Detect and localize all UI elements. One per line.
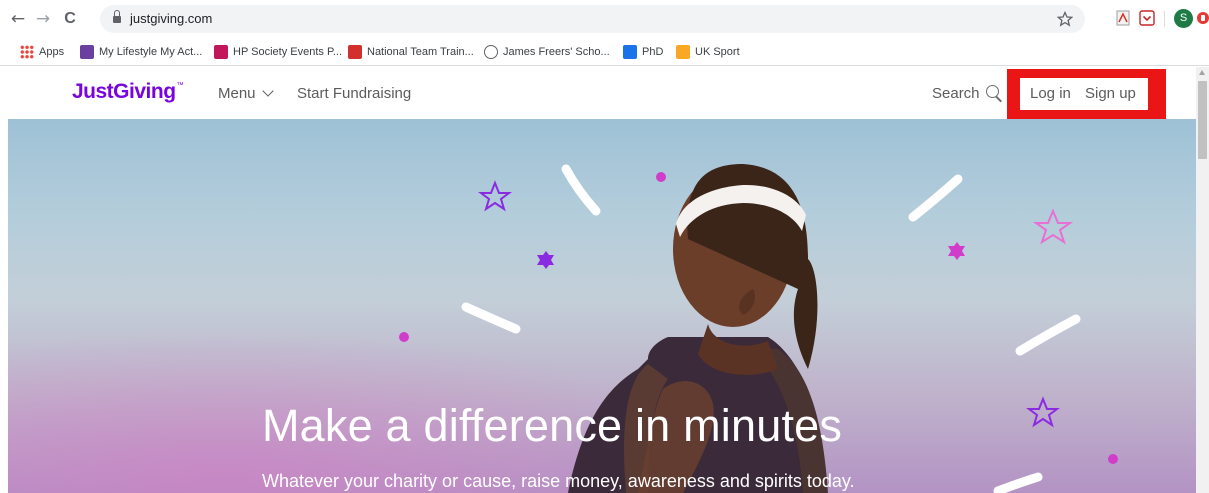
bookmark-label: National Team Train... [367, 46, 474, 58]
star-bookmark-icon[interactable] [1057, 11, 1073, 27]
login-link[interactable]: Log in [1030, 85, 1071, 102]
logo-text: JustGiving [72, 80, 176, 103]
confetti-stroke [561, 164, 601, 216]
reload-icon[interactable]: C [60, 9, 80, 29]
bookmark-item[interactable]: HP Society Events P... [214, 44, 342, 60]
bookmark-item[interactable]: James Freers' Scho... [484, 44, 610, 60]
confetti-stroke [908, 174, 963, 222]
bookmark-favicon [214, 45, 228, 59]
bookmark-label: Apps [39, 46, 65, 58]
bookmark-favicon [348, 45, 362, 59]
web-page: JustGiving™ Menu Start Fundraising Searc… [0, 67, 1196, 493]
bookmark-item[interactable]: Apps [20, 44, 64, 60]
bookmark-label: UK Sport [695, 46, 740, 58]
scroll-up-arrow-icon[interactable] [1199, 70, 1205, 75]
hero-banner: Make a difference in minutes Whatever yo… [8, 119, 1196, 493]
lock-icon [113, 10, 121, 24]
chevron-down-icon [261, 85, 274, 97]
bookmark-label: My Lifestyle My Act... [99, 46, 203, 58]
url-text: justgiving.com [130, 11, 213, 26]
bookmark-item[interactable]: UK Sport [676, 44, 740, 60]
adblock-extension-icon[interactable] [1196, 10, 1209, 26]
bookmark-item[interactable]: My Lifestyle My Act... [80, 44, 202, 60]
search-link[interactable]: Search [932, 85, 980, 102]
confetti-stroke [461, 302, 521, 334]
confetti-stroke [1015, 314, 1081, 356]
start-fundraising-link[interactable]: Start Fundraising [297, 85, 411, 102]
confetti-blob [537, 251, 554, 269]
bookmark-favicon [623, 45, 637, 59]
justgiving-logo[interactable]: JustGiving™ [72, 80, 183, 104]
star-icon [1032, 208, 1074, 245]
bookmarks-bar: Apps My Lifestyle My Act... HP Society Eve… [0, 38, 1209, 66]
address-bar[interactable]: justgiving.com [100, 5, 1085, 33]
hero-subheadline: Whatever your charity or cause, raise mo… [262, 471, 855, 491]
star-icon [478, 180, 512, 212]
pdf-extension-icon[interactable] [1116, 10, 1130, 26]
profile-avatar[interactable]: S [1174, 9, 1193, 28]
confetti-dot [656, 172, 666, 182]
signup-link[interactable]: Sign up [1085, 85, 1136, 102]
hero-headline: Make a difference in minutes [262, 400, 843, 451]
site-header: JustGiving™ Menu Start Fundraising Searc… [0, 67, 1196, 125]
globe-icon [484, 45, 498, 59]
page-scrollbar[interactable] [1196, 67, 1209, 493]
bookmark-favicon [80, 45, 94, 59]
confetti-dot [399, 332, 409, 342]
bookmark-item[interactable]: PhD [623, 44, 663, 60]
bookmark-favicon [676, 45, 690, 59]
menu-label: Menu [218, 85, 256, 102]
menu-button[interactable]: Menu [218, 85, 274, 102]
browser-toolbar: ← → C justgiving.com S [0, 0, 1209, 38]
bookmark-item[interactable]: National Team Train... [348, 44, 474, 60]
confetti-dot [1108, 454, 1118, 464]
forward-icon[interactable]: → [33, 9, 53, 29]
bookmark-label: James Freers' Scho... [503, 46, 610, 58]
bookmark-label: HP Society Events P... [233, 46, 343, 58]
apps-grid-icon [20, 45, 34, 59]
scroll-thumb[interactable] [1198, 81, 1207, 159]
confetti-stroke [993, 472, 1043, 493]
back-icon[interactable]: ← [8, 9, 28, 29]
search-icon[interactable] [986, 85, 1004, 103]
trademark-mark: ™ [176, 82, 184, 89]
confetti-blob [948, 242, 965, 260]
toolbar-divider [1164, 11, 1165, 27]
pocket-extension-icon[interactable] [1139, 10, 1155, 26]
bookmark-label: PhD [642, 46, 664, 58]
star-icon [1026, 396, 1060, 428]
